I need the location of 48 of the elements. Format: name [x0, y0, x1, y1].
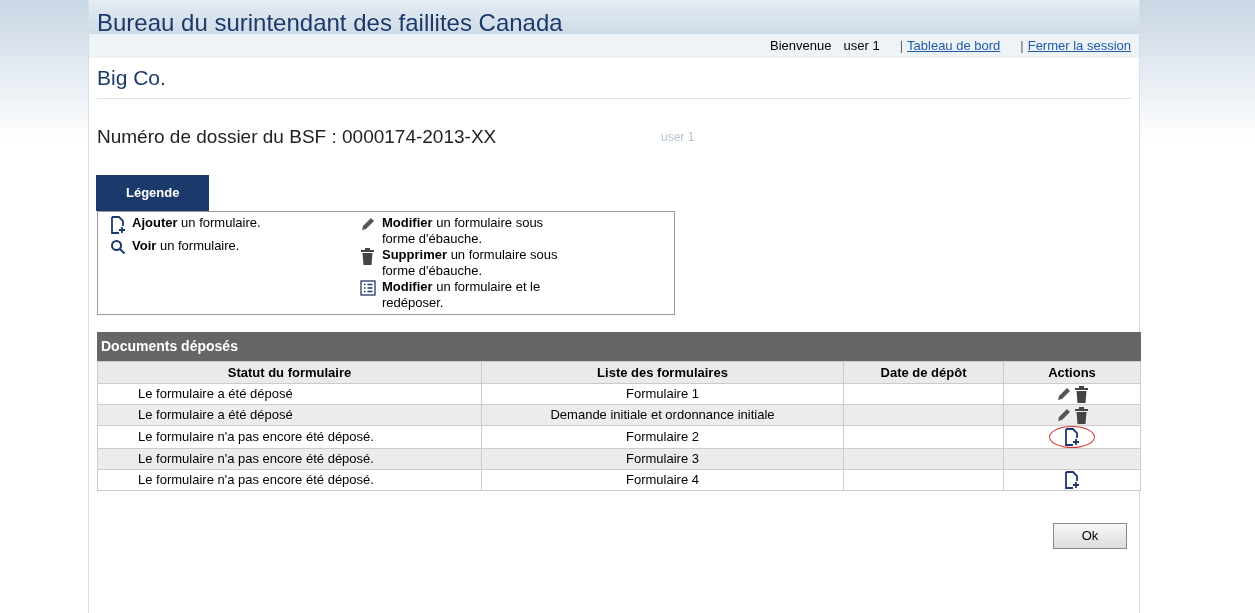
trash-icon [360, 247, 375, 265]
pencil-icon [1055, 407, 1072, 423]
table-cell: Le formulaire a été déposé [97, 383, 482, 405]
file-number: Numéro de dossier du BSF : 0000174-2013-XX [97, 124, 498, 149]
table-cell: Formulaire 1 [481, 383, 844, 405]
column-header: Statut du formulaire [97, 361, 482, 384]
add-document-icon [1064, 428, 1080, 446]
user-name: user 1 [661, 128, 695, 146]
column-header: Liste des formulaires [481, 361, 844, 384]
pencil-icon [1055, 386, 1072, 402]
table-cell: Le formulaire n'a pas encore été déposé. [97, 469, 482, 491]
ok-button[interactable]: Ok [1053, 523, 1127, 549]
column-header: Actions [1003, 361, 1141, 384]
table-cell: Le formulaire n'a pas encore été déposé. [97, 425, 482, 449]
header-link[interactable]: Fermer la session [1027, 36, 1131, 56]
site-title: Bureau du surintendant des faillites Canada [97, 10, 563, 34]
header-link[interactable]: Tableau de bord [907, 36, 1001, 56]
user-name: user 1 [843, 37, 880, 56]
add-document-icon [1064, 471, 1080, 489]
legend-text: Modifier un formulaire et le redéposer. [382, 278, 542, 311]
legend-text: Supprimer un formulaire sous forme d'ébauche. [382, 246, 559, 279]
legend-text: Ajouter un formulaire. [132, 214, 261, 231]
edit-button[interactable] [1055, 407, 1072, 423]
edit-button[interactable] [1055, 386, 1072, 402]
table-cell: Le formulaire n'a pas encore été déposé. [97, 448, 482, 470]
add-document-button[interactable] [1064, 428, 1080, 446]
legend-text: Modifier un formulaire sous forme d'ébauche. [382, 214, 545, 247]
table-cell: Formulaire 3 [481, 448, 844, 470]
delete-button[interactable] [1073, 385, 1089, 403]
add-document-button[interactable] [1064, 471, 1080, 489]
pencil-icon [360, 215, 376, 232]
legend-text: Voir un formulaire. [132, 237, 240, 254]
table-cell: Le formulaire a été déposé [97, 404, 482, 426]
trash-icon [1073, 406, 1089, 424]
table-title: Documents déposés [97, 331, 1141, 361]
delete-button[interactable] [1073, 406, 1089, 424]
table-cell: Formulaire 4 [481, 469, 844, 491]
column-header: Date de dépôt [843, 361, 1004, 384]
add-document-icon [110, 215, 126, 234]
table-cell: Formulaire 2 [481, 425, 844, 449]
table-cell: Demande initiale et ordonnance initiale [481, 404, 844, 426]
trash-icon [1073, 385, 1089, 403]
separator: | [899, 37, 904, 56]
search-icon [110, 238, 126, 255]
company-name: Big Co. [97, 62, 1131, 99]
welcome-text: Bienvenue [770, 37, 832, 56]
list-icon [360, 279, 376, 296]
separator: | [1020, 37, 1024, 56]
